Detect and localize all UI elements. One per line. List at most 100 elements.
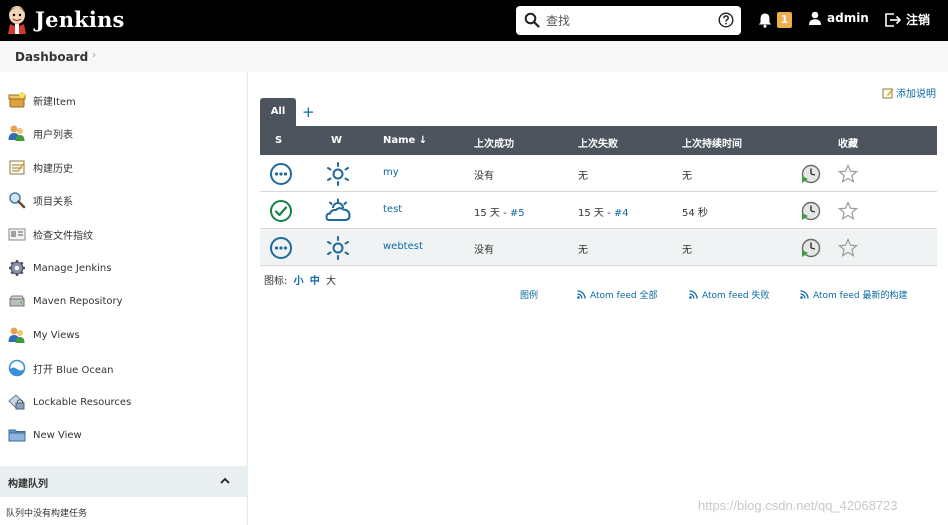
blue-ocean-icon bbox=[8, 359, 26, 377]
table-row: test 15 天 - #5 15 天 - #4 54 秒 bbox=[260, 192, 937, 229]
cloudy-weather-icon bbox=[325, 198, 351, 221]
tab-all[interactable]: All bbox=[260, 98, 296, 126]
job-name-link[interactable]: test bbox=[383, 204, 402, 215]
task-label: 新建Item bbox=[33, 96, 76, 108]
task-label: 打开 Blue Ocean bbox=[33, 364, 114, 376]
legend-link[interactable]: 图例 bbox=[520, 288, 538, 301]
task-build-history[interactable]: 构建历史 bbox=[8, 157, 73, 177]
chevron-up-icon[interactable] bbox=[218, 474, 232, 488]
task-fingerprint[interactable]: 检查文件指纹 bbox=[8, 224, 93, 244]
last-failure-time: 15 天 - bbox=[578, 208, 614, 219]
atom-feed-all-link[interactable]: Atom feed 全部 bbox=[577, 288, 657, 301]
logout-icon bbox=[885, 12, 902, 27]
last-duration: 54 秒 bbox=[682, 208, 708, 219]
not-built-status-icon[interactable] bbox=[269, 162, 293, 186]
watermark-text: https://blog.csdn.net/qq_42068723 bbox=[698, 498, 898, 513]
build-link[interactable]: #5 bbox=[510, 208, 525, 219]
edit-note-icon bbox=[882, 88, 894, 98]
task-label: 构建历史 bbox=[33, 163, 73, 175]
col-weather[interactable]: W bbox=[331, 135, 342, 146]
col-last-success[interactable]: 上次成功 bbox=[474, 135, 514, 150]
jenkins-logo-icon bbox=[8, 6, 26, 34]
help-icon[interactable] bbox=[718, 12, 734, 28]
icon-size-label: 图标: bbox=[264, 276, 288, 287]
last-success: 15 天 - #5 bbox=[474, 204, 525, 219]
task-new-view[interactable]: New View bbox=[8, 425, 82, 445]
logout-label: 注销 bbox=[906, 13, 931, 27]
rss-icon bbox=[689, 290, 698, 299]
col-favorite[interactable]: 收藏 bbox=[838, 135, 858, 150]
users-icon bbox=[8, 125, 25, 141]
favorite-star-icon[interactable] bbox=[838, 201, 858, 221]
icon-size-small[interactable]: 小 bbox=[294, 276, 304, 287]
task-label: Lockable Resources bbox=[33, 396, 132, 408]
app-title: Jenkins bbox=[35, 6, 125, 32]
last-failure: 无 bbox=[578, 171, 588, 182]
job-name-link[interactable]: my bbox=[383, 167, 399, 178]
col-last-duration[interactable]: 上次持续时间 bbox=[682, 135, 742, 150]
atom-feed-failed-link[interactable]: Atom feed 失败 bbox=[689, 288, 769, 301]
notification-bell-icon[interactable] bbox=[757, 12, 773, 28]
task-label: My Views bbox=[33, 329, 80, 341]
build-link[interactable]: #4 bbox=[614, 208, 629, 219]
breadcrumb-separator-icon[interactable]: › bbox=[92, 50, 96, 61]
last-failure: 无 bbox=[578, 245, 588, 256]
not-built-status-icon[interactable] bbox=[269, 236, 293, 260]
task-maven-repository[interactable]: Maven Repository bbox=[8, 291, 123, 311]
atom-feed-failed-label: Atom feed 失败 bbox=[702, 291, 770, 301]
schedule-build-icon[interactable] bbox=[801, 201, 821, 221]
icon-size-medium[interactable]: 中 bbox=[310, 276, 320, 287]
task-project-relationship[interactable]: 项目关系 bbox=[8, 190, 73, 210]
task-blue-ocean[interactable]: 打开 Blue Ocean bbox=[8, 358, 113, 378]
last-duration: 无 bbox=[682, 171, 692, 182]
task-new-item[interactable]: 新建Item bbox=[8, 90, 76, 110]
rss-icon bbox=[800, 290, 809, 299]
add-view-tab[interactable]: + bbox=[302, 103, 315, 121]
build-queue-header[interactable]: 构建队列 bbox=[0, 466, 248, 497]
breadcrumb: Dashboard › bbox=[0, 41, 948, 72]
icon-size-large: 大 bbox=[325, 276, 336, 287]
task-label: Maven Repository bbox=[33, 295, 123, 307]
favorite-star-icon[interactable] bbox=[838, 164, 858, 184]
jenkins-home-link[interactable]: Jenkins bbox=[6, 4, 125, 34]
col-status[interactable]: S bbox=[275, 135, 282, 146]
jobs-table-header: S W Name ↓ 上次成功 上次失败 上次持续时间 收藏 bbox=[260, 126, 937, 155]
new-item-icon bbox=[8, 92, 26, 108]
task-manage-jenkins[interactable]: Manage Jenkins bbox=[8, 258, 111, 278]
task-label: 项目关系 bbox=[33, 196, 73, 208]
last-success: 没有 bbox=[474, 171, 494, 182]
col-last-failure[interactable]: 上次失败 bbox=[578, 135, 618, 150]
job-name-link[interactable]: webtest bbox=[383, 241, 423, 252]
success-status-icon[interactable] bbox=[269, 199, 293, 223]
task-label: New View bbox=[33, 429, 82, 441]
favorite-star-icon[interactable] bbox=[838, 238, 858, 258]
user-icon bbox=[809, 11, 821, 25]
breadcrumb-dashboard[interactable]: Dashboard bbox=[15, 50, 88, 64]
add-description-link[interactable]: 添加说明 bbox=[882, 85, 936, 100]
schedule-build-icon[interactable] bbox=[801, 238, 821, 258]
atom-feed-latest-label: Atom feed 最新的构建 bbox=[813, 291, 908, 301]
main-panel: 添加说明 All + S W Name ↓ 上次成功 上次失败 上次持续时间 收… bbox=[249, 72, 948, 525]
build-queue-empty-text: 队列中没有构建任务 bbox=[6, 509, 88, 519]
task-label: 检查文件指纹 bbox=[33, 230, 93, 242]
folder-icon bbox=[8, 429, 26, 442]
task-label: Manage Jenkins bbox=[33, 262, 112, 274]
atom-feed-latest-link[interactable]: Atom feed 最新的构建 bbox=[800, 288, 907, 301]
notepad-icon bbox=[9, 160, 25, 175]
col-name[interactable]: Name ↓ bbox=[383, 135, 427, 146]
notification-badge[interactable]: 1 bbox=[777, 12, 792, 28]
fingerprint-icon bbox=[8, 228, 26, 241]
last-failure: 15 天 - #4 bbox=[578, 204, 629, 219]
atom-feed-all-label: Atom feed 全部 bbox=[590, 291, 658, 301]
icon-size-selector: 图标: 小 中 大 bbox=[264, 272, 336, 287]
magnifier-icon bbox=[9, 192, 26, 209]
schedule-build-icon[interactable] bbox=[801, 164, 821, 184]
task-my-views[interactable]: My Views bbox=[8, 325, 80, 345]
logout-link[interactable]: 注销 bbox=[884, 11, 930, 28]
lock-resource-icon bbox=[8, 394, 25, 410]
user-menu[interactable]: admin bbox=[808, 11, 869, 25]
search-input[interactable] bbox=[546, 11, 706, 30]
task-users[interactable]: 用户列表 bbox=[8, 123, 73, 143]
table-row: my 没有 无 无 bbox=[260, 155, 937, 192]
task-lockable-resources[interactable]: Lockable Resources bbox=[8, 392, 131, 412]
